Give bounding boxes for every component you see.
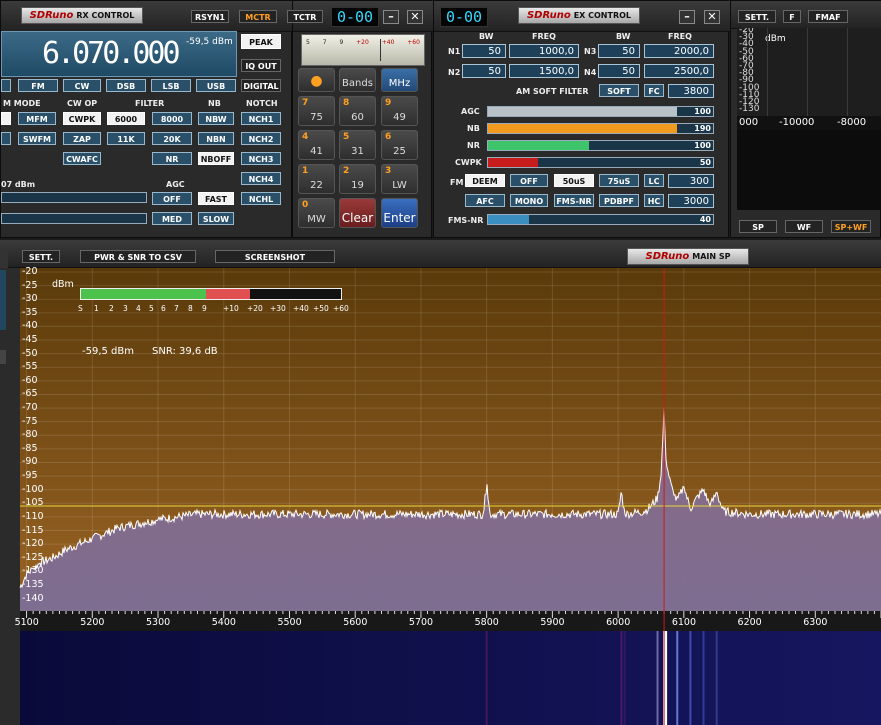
s-meter-label: +20 [247, 304, 263, 313]
dbm-axis-label: -110 [22, 510, 44, 522]
dbm-axis-label: -30 [22, 293, 38, 305]
dbm-axis-label: -140 [22, 592, 44, 604]
waterfall-signal [676, 631, 679, 725]
s-meter-label: +50 [313, 304, 329, 313]
s-meter-label: +30 [270, 304, 286, 313]
dbm-axis-label: -95 [22, 470, 38, 482]
dbm-axis-label: -80 [22, 429, 38, 441]
s-meter-label: 2 [109, 304, 114, 313]
frequency-axis-label: 6300 [803, 617, 828, 628]
waterfall-signal [689, 631, 692, 725]
waterfall-signal [485, 631, 488, 725]
dbm-axis-label: -100 [22, 483, 44, 495]
frequency-axis-label: 5200 [80, 617, 105, 628]
s-meter-label: +60 [333, 304, 349, 313]
dbm-axis-label: -85 [22, 442, 38, 454]
s-meter-label: +10 [223, 304, 239, 313]
waterfall-signal [702, 631, 705, 725]
dbm-axis-label: -35 [22, 306, 38, 318]
dbm-axis-label: -130 [22, 565, 44, 577]
s-meter-label: 6 [161, 304, 166, 313]
dbm-axis-label: -60 [22, 374, 38, 386]
s-meter-label: +40 [293, 304, 309, 313]
dbm-axis-label: -120 [22, 538, 44, 550]
frequency-axis-label: 6100 [671, 617, 696, 628]
s-meter-label: S [78, 304, 83, 313]
frequency-axis-label: 5500 [277, 617, 302, 628]
waterfall-signal [656, 631, 659, 725]
s-meter-bar [80, 288, 342, 300]
s-meter-label: 1 [94, 304, 99, 313]
dbm-axis-label: -135 [22, 578, 44, 590]
s-meter-label: 9 [202, 304, 207, 313]
frequency-axis-label: 5600 [343, 617, 368, 628]
s-meter-red [206, 289, 250, 299]
dbm-axis-label: -75 [22, 415, 38, 427]
dbm-axis-label: -45 [22, 334, 38, 346]
s-meter-label: 4 [136, 304, 141, 313]
frequency-axis-label: 5900 [540, 617, 565, 628]
dbm-axis-label: -50 [22, 347, 38, 359]
dbm-axis-label: -115 [22, 524, 44, 536]
s-meter-label: 7 [174, 304, 179, 313]
dbm-axis-label: -105 [22, 497, 44, 509]
dbm-axis-label: -70 [22, 402, 38, 414]
dbm-axis-label: -90 [22, 456, 38, 468]
dbm-axis-label: -65 [22, 388, 38, 400]
frequency-axis-label: 6000 [606, 617, 631, 628]
s-meter-label: 8 [188, 304, 193, 313]
level-readout: -59,5 dBm [82, 346, 135, 357]
waterfall[interactable] [20, 631, 881, 725]
frequency-axis-label: 6200 [737, 617, 762, 628]
waterfall-signal [623, 631, 626, 725]
frequency-axis-label: 5100 [14, 617, 39, 628]
s-meter-label: 3 [123, 304, 128, 313]
dbm-axis-label: -20 [22, 266, 38, 277]
frequency-axis-label: 5300 [146, 617, 171, 628]
main-dbm-label: dBm [52, 279, 74, 290]
dbm-axis-label: -55 [22, 361, 38, 373]
dbm-axis-label: -125 [22, 551, 44, 563]
frequency-axis-label: 5700 [408, 617, 434, 628]
frequency-axis-label: 5400 [211, 617, 236, 628]
dbm-axis-label: -25 [22, 279, 38, 291]
waterfall-signal [620, 631, 623, 725]
s-meter-green [81, 289, 206, 299]
dbm-axis-label: -40 [22, 320, 38, 332]
s-meter-label: 5 [149, 304, 154, 313]
waterfall-signal [715, 631, 718, 725]
frequency-axis-label: 5800 [474, 617, 499, 628]
snr-readout: SNR: 39,6 dB [152, 346, 218, 357]
